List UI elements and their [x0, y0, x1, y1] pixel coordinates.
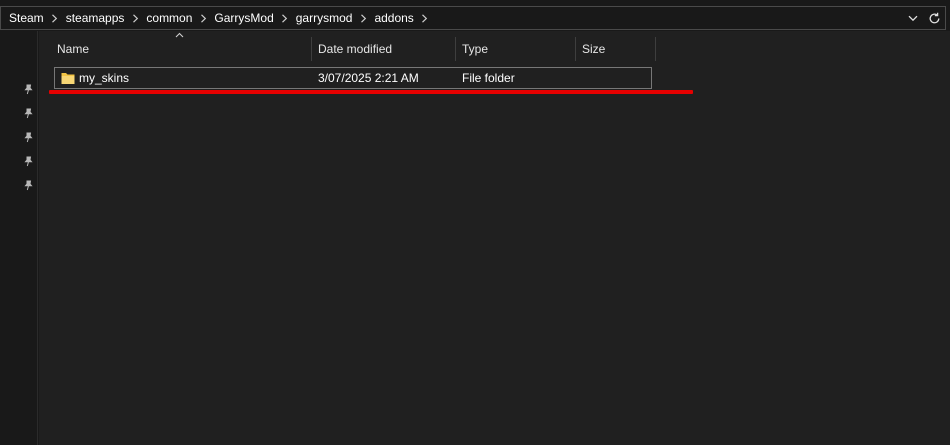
- navigation-pane[interactable]: [0, 31, 38, 445]
- chevron-right-icon[interactable]: [356, 7, 370, 29]
- refresh-button[interactable]: [923, 7, 945, 29]
- file-name[interactable]: my_skins: [79, 68, 129, 88]
- file-date-modified: 3/07/2025 2:21 AM: [318, 71, 419, 85]
- column-divider[interactable]: [655, 37, 656, 61]
- pin-icon[interactable]: [21, 154, 35, 168]
- column-header-name[interactable]: Name: [51, 38, 311, 65]
- address-history-dropdown[interactable]: [903, 7, 923, 29]
- chevron-right-icon[interactable]: [278, 7, 292, 29]
- chevron-down-icon: [908, 15, 918, 21]
- breadcrumb-item-common[interactable]: common: [142, 7, 196, 29]
- chevron-right-icon[interactable]: [418, 7, 432, 29]
- chevron-right-icon[interactable]: [48, 7, 62, 29]
- pin-icon[interactable]: [21, 130, 35, 144]
- breadcrumb: Steam steamapps common GarrysMod garrysm…: [1, 7, 903, 29]
- breadcrumb-item-garrysmod[interactable]: garrysmod: [292, 7, 357, 29]
- refresh-icon: [929, 12, 939, 23]
- column-header-type[interactable]: Type: [456, 38, 575, 65]
- breadcrumb-item-steamapps[interactable]: steamapps: [62, 7, 129, 29]
- address-bar[interactable]: Steam steamapps common GarrysMod garrysm…: [0, 6, 946, 30]
- chevron-right-icon[interactable]: [196, 7, 210, 29]
- pin-icon[interactable]: [21, 178, 35, 192]
- breadcrumb-item-addons[interactable]: addons: [370, 7, 417, 29]
- breadcrumb-item-steam[interactable]: Steam: [5, 7, 48, 29]
- pin-icon[interactable]: [21, 82, 35, 96]
- highlight-underline: [49, 90, 693, 94]
- column-header-date-modified[interactable]: Date modified: [312, 38, 455, 65]
- pin-icon[interactable]: [21, 106, 35, 120]
- file-row[interactable]: my_skins 3/07/2025 2:21 AM File folder: [54, 67, 652, 89]
- chevron-right-icon[interactable]: [128, 7, 142, 29]
- column-header-size[interactable]: Size: [576, 38, 655, 65]
- file-list-view[interactable]: Name Date modified Type Size my_skins 3/…: [39, 31, 950, 445]
- breadcrumb-item-garrysmod-app[interactable]: GarrysMod: [210, 7, 277, 29]
- folder-icon: [61, 73, 75, 84]
- file-type: File folder: [462, 71, 515, 85]
